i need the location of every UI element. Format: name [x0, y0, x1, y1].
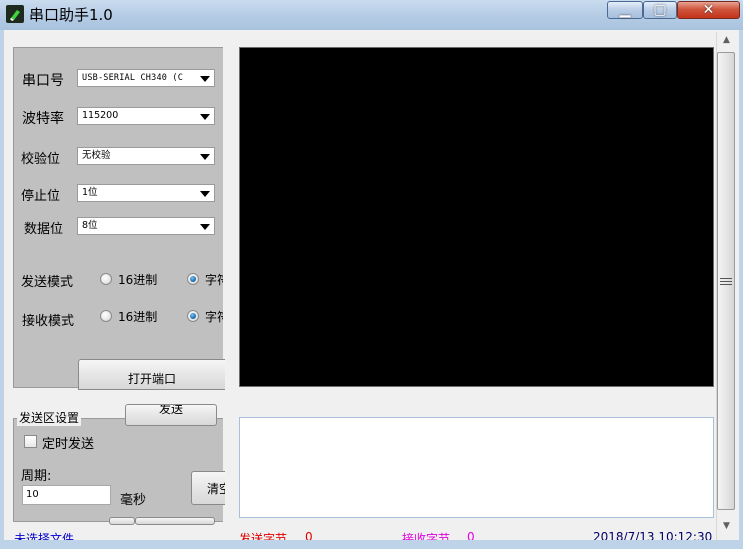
timed-send-checkbox[interactable]	[24, 435, 37, 448]
parity-label: 校验位	[21, 152, 61, 167]
port-label: 串口号	[22, 73, 64, 89]
send-mode-char-radio[interactable]	[187, 273, 199, 285]
parity-select[interactable]: 无校验	[77, 147, 215, 165]
chevron-down-icon	[200, 114, 210, 120]
send-input[interactable]	[239, 417, 714, 518]
baud-label: 波特率	[22, 111, 64, 127]
recv-mode-label: 接收模式	[22, 314, 75, 329]
data-bits-label: 数据位	[24, 222, 64, 237]
scroll-down-icon[interactable]: ▼	[716, 518, 737, 534]
close-button[interactable]: ✕	[677, 1, 740, 19]
recv-mode-char-label: 字符	[205, 310, 223, 324]
chevron-down-icon	[200, 224, 210, 230]
open-port-button[interactable]: 打开端口	[78, 359, 225, 390]
chevron-down-icon	[200, 191, 210, 197]
recv-mode-char-radio[interactable]	[187, 310, 199, 322]
period-label: 周期:	[21, 469, 52, 484]
minimize-button[interactable]: ▁	[607, 1, 643, 19]
grip-icon	[720, 278, 732, 286]
send-mode-char-label: 字符	[205, 273, 223, 287]
recv-mode-hex-radio[interactable]	[100, 310, 112, 322]
baud-select[interactable]: 115200	[77, 107, 215, 125]
data-bits-select[interactable]: 8位	[77, 217, 215, 235]
minimize-icon: ▁	[619, 2, 631, 18]
period-unit-label: 毫秒	[120, 493, 147, 508]
maximize-button[interactable]: ▢	[643, 1, 677, 19]
stop-bits-label: 停止位	[21, 189, 61, 204]
send-file-button[interactable]	[135, 517, 215, 525]
app-icon	[6, 5, 24, 23]
receive-display[interactable]	[239, 47, 714, 387]
chevron-down-icon	[200, 154, 210, 160]
send-mode-hex-label: 16进制	[118, 273, 158, 287]
recv-mode-hex-label: 16进制	[118, 310, 158, 324]
clear-button[interactable]: 清空	[191, 471, 225, 505]
window-title: 串口助手1.0	[29, 6, 113, 24]
close-icon: ✕	[702, 2, 715, 18]
scroll-up-icon[interactable]: ▲	[716, 32, 737, 48]
send-mode-hex-radio[interactable]	[100, 273, 112, 285]
timed-send-label: 定时发送	[42, 437, 95, 452]
window-bottom-border	[4, 540, 739, 545]
chevron-down-icon	[200, 76, 210, 82]
send-mode-label: 发送模式	[21, 275, 74, 290]
port-select[interactable]: USB-SERIAL CH340 (C	[77, 69, 215, 87]
file-select-button[interactable]	[109, 517, 135, 525]
period-input[interactable]: 10	[22, 485, 111, 505]
send-settings-caption: 发送区设置	[17, 409, 82, 426]
send-button[interactable]: 发送	[125, 404, 217, 426]
maximize-icon: ▢	[653, 2, 667, 18]
stop-bits-select[interactable]: 1位	[77, 184, 215, 202]
